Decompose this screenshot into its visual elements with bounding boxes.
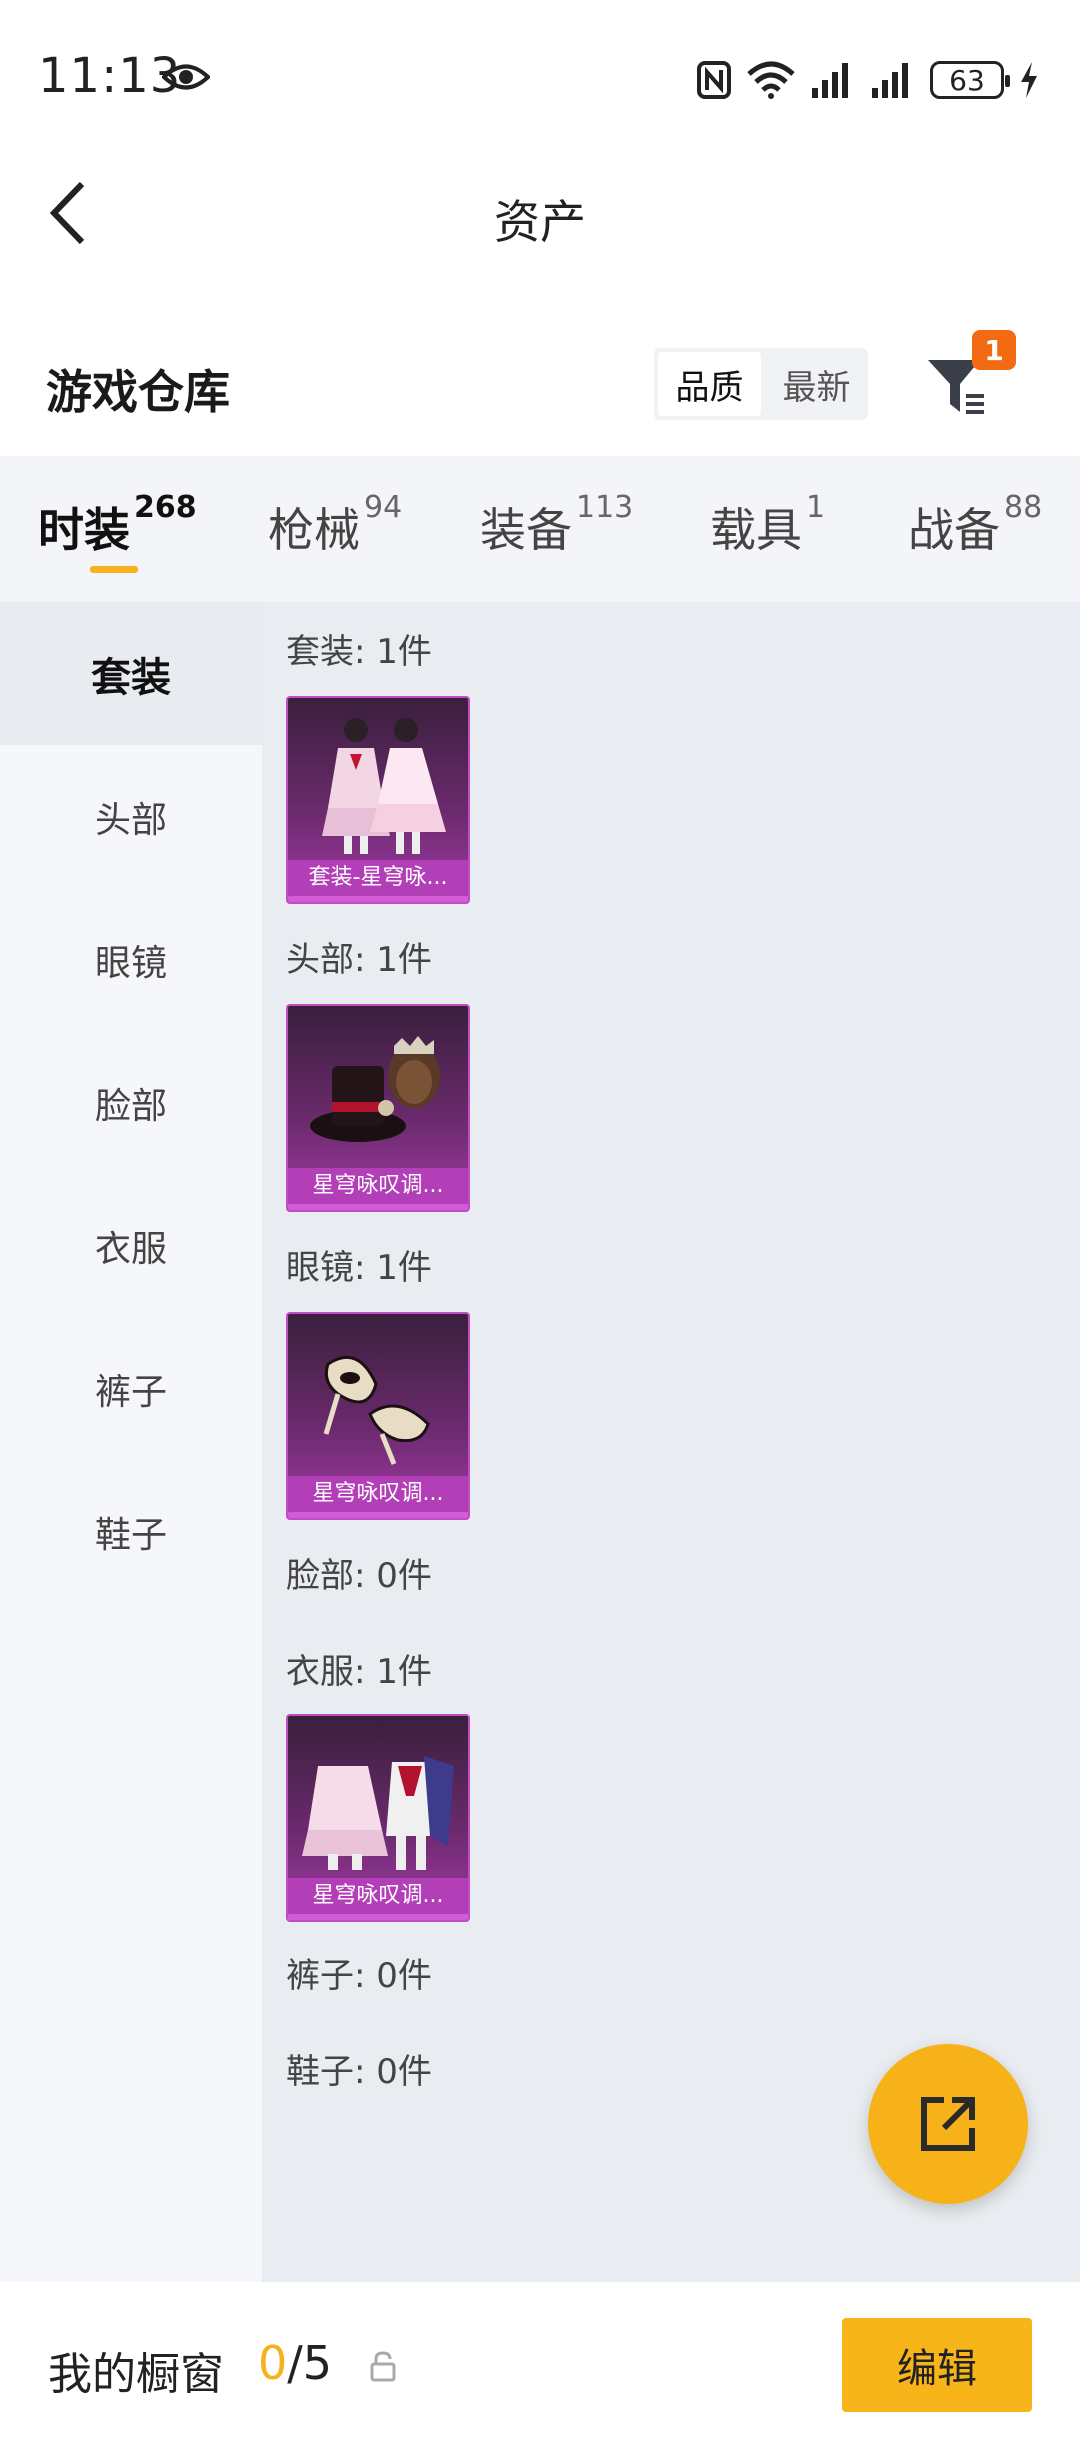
tab-count: 88 — [1004, 490, 1043, 525]
share-icon — [921, 2097, 975, 2151]
lock-icon — [370, 2351, 396, 2382]
top-hat-icon — [310, 1036, 440, 1142]
showcase-title: 我的橱窗 — [48, 2349, 224, 2400]
nfc-icon — [697, 61, 731, 99]
tab-firearms[interactable]: 枪械 94 — [268, 490, 402, 560]
tab-label: 时装 — [38, 503, 130, 557]
item-name: 星穹咏叹调... — [288, 1168, 468, 1204]
sort-newest-option[interactable]: 最新 — [765, 348, 868, 420]
category-tabs: 时装 268 枪械 94 装备 113 载具 1 战备 88 — [0, 456, 1080, 602]
sidebar-item-set[interactable]: 套装 — [0, 602, 262, 745]
edit-button[interactable]: 编辑 — [842, 2318, 1032, 2412]
sidebar-item-pants[interactable]: 裤子 — [0, 1317, 262, 1460]
group-label-clothes: 衣服: 1件 — [286, 1652, 432, 1692]
signal-icon — [812, 63, 848, 98]
charging-icon — [1021, 62, 1037, 98]
active-tab-indicator — [90, 566, 138, 573]
item-card[interactable]: 星穹咏叹调... — [286, 1312, 470, 1520]
group-label-glasses: 眼镜: 1件 — [286, 1248, 432, 1288]
tab-label: 载具 — [710, 503, 802, 557]
item-name: 套装-星穹咏... — [288, 860, 468, 896]
sidebar-item-head[interactable]: 头部 — [0, 745, 262, 888]
dress-icon — [302, 1756, 454, 1870]
eye-icon — [162, 64, 210, 90]
status-icons: 63 — [696, 58, 1040, 102]
group-label-pants: 裤子: 0件 — [286, 1956, 432, 1996]
battery-icon: 63 — [930, 61, 1010, 99]
sidebar-item-shoes[interactable]: 鞋子 — [0, 1460, 262, 1603]
filter-count-badge: 1 — [972, 330, 1016, 370]
item-name: 星穹咏叹调... — [288, 1878, 468, 1914]
tab-count: 268 — [134, 490, 197, 525]
sidebar-item-glasses[interactable]: 眼镜 — [0, 888, 262, 1031]
group-label-set: 套装: 1件 — [286, 632, 432, 672]
showcase-current: 0 — [258, 2336, 288, 2390]
tab-gear[interactable]: 战备 88 — [908, 490, 1042, 560]
item-card[interactable]: 星穹咏叹调... — [286, 1004, 470, 1212]
item-grid: 套装: 1件 套装-星穹咏... 头部: 1件 星穹咏叹调... 眼镜: 1件 … — [262, 602, 1080, 2282]
rarity-bar — [288, 1914, 468, 1920]
tab-vehicles[interactable]: 载具 1 — [710, 490, 825, 560]
group-label-shoes: 鞋子: 0件 — [286, 2052, 432, 2092]
share-button[interactable] — [868, 2044, 1028, 2204]
mask-icon — [323, 1355, 430, 1465]
sort-toggle: 品质 最新 — [654, 348, 868, 420]
rarity-bar — [288, 896, 468, 902]
battery-level: 63 — [949, 63, 985, 97]
wifi-icon — [747, 61, 795, 99]
page-title: 资产 — [494, 195, 586, 249]
item-card[interactable]: 星穹咏叹调... — [286, 1714, 470, 1922]
sidebar-item-clothes[interactable]: 衣服 — [0, 1174, 262, 1317]
item-name: 星穹咏叹调... — [288, 1476, 468, 1512]
warehouse-title: 游戏仓库 — [46, 365, 230, 419]
tab-label: 枪械 — [268, 503, 360, 557]
subcategory-sidebar: 套装 头部 眼镜 脸部 衣服 裤子 鞋子 — [0, 602, 262, 2282]
signal-icon — [872, 63, 908, 98]
showcase-bar: 我的橱窗 0/5 编辑 — [0, 2282, 1080, 2449]
tab-label: 装备 — [480, 503, 572, 557]
sort-quality-option[interactable]: 品质 — [658, 352, 761, 416]
tab-fashion[interactable]: 时装 268 — [38, 490, 197, 560]
status-time: 11:13 — [38, 48, 182, 104]
status-bar: 11:13 63 — [0, 0, 1080, 160]
group-label-face: 脸部: 0件 — [286, 1556, 432, 1596]
tab-count: 94 — [364, 490, 403, 525]
showcase-total: /5 — [287, 2336, 333, 2390]
outfit-set-icon — [322, 718, 446, 854]
rarity-bar — [288, 1512, 468, 1518]
tab-count: 1 — [806, 490, 826, 525]
item-card[interactable]: 套装-星穹咏... — [286, 696, 470, 904]
tab-count: 113 — [576, 490, 634, 525]
sidebar-item-face[interactable]: 脸部 — [0, 1031, 262, 1174]
tab-equipment[interactable]: 装备 113 — [480, 490, 633, 560]
showcase-count: 0/5 — [258, 2336, 332, 2390]
rarity-bar — [288, 1204, 468, 1210]
tab-label: 战备 — [908, 503, 1000, 557]
group-label-head: 头部: 1件 — [286, 940, 432, 980]
